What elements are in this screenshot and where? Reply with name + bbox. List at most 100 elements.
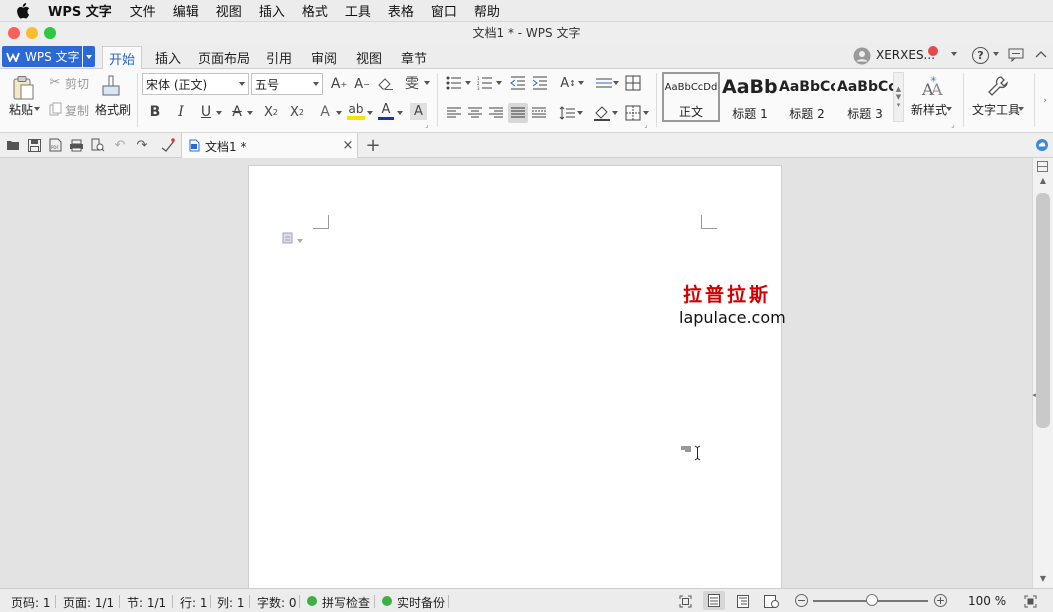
help-icon[interactable]: ? xyxy=(972,47,989,64)
styles-dialog-launcher-icon[interactable]: ⌟ xyxy=(950,121,956,129)
bullet-list-dropdown-icon[interactable] xyxy=(465,81,471,85)
status-word-count[interactable]: 字数: 0 xyxy=(257,594,297,611)
subscript-icon[interactable]: X2 xyxy=(288,104,306,120)
doc-tab-current[interactable]: 文档1 * × xyxy=(181,133,358,158)
user-avatar-icon[interactable] xyxy=(853,47,871,65)
align-left-icon[interactable] xyxy=(446,105,462,121)
align-right-icon[interactable] xyxy=(488,105,504,121)
status-backup[interactable]: 实时备份 xyxy=(397,594,445,611)
font-size-select[interactable]: 五号 xyxy=(251,73,323,95)
underline-dropdown-icon[interactable] xyxy=(216,111,222,115)
user-name[interactable]: XERXES... xyxy=(876,48,935,62)
chevron-up-icon[interactable]: ▲ xyxy=(896,85,901,93)
redo-icon[interactable]: ↷ xyxy=(135,138,149,153)
phonetic-guide-icon[interactable]: 雯 xyxy=(403,74,421,92)
shading-icon[interactable] xyxy=(593,104,611,122)
paste-dropdown-icon[interactable] xyxy=(34,107,40,111)
page-view-icon[interactable] xyxy=(703,591,725,610)
text-tools-label[interactable]: 文字工具 xyxy=(972,101,1020,118)
menu-view[interactable]: 视图 xyxy=(216,1,242,20)
print-preview-icon[interactable] xyxy=(90,138,105,152)
open-folder-icon[interactable] xyxy=(6,138,21,152)
menu-format[interactable]: 格式 xyxy=(302,1,328,20)
scroll-down-icon[interactable]: ▼ xyxy=(1037,573,1049,583)
menu-tools[interactable]: 工具 xyxy=(345,1,371,20)
apple-icon[interactable] xyxy=(16,2,34,19)
numbered-list-dropdown-icon[interactable] xyxy=(496,81,502,85)
minimize-window-icon[interactable] xyxy=(26,27,38,39)
style-heading-2[interactable]: AaBbCc 标题 2 xyxy=(779,72,835,122)
menu-edit[interactable]: 编辑 xyxy=(173,1,199,20)
text-tools-button[interactable] xyxy=(986,74,1010,98)
font-color-dropdown-icon[interactable] xyxy=(397,111,403,115)
chevron-down-icon[interactable]: ▼ xyxy=(896,93,901,101)
borders-icon[interactable] xyxy=(624,104,642,122)
new-tab-icon[interactable]: + xyxy=(364,135,382,156)
font-color-icon[interactable]: A xyxy=(378,102,394,120)
fit-page-icon[interactable] xyxy=(1023,594,1037,608)
tab-references[interactable]: 引用 xyxy=(262,46,296,69)
zoom-slider-thumb[interactable] xyxy=(866,594,878,606)
text-tools-dropdown-icon[interactable] xyxy=(1018,107,1024,111)
strikethrough-icon[interactable]: A xyxy=(229,104,245,120)
status-page-number[interactable]: 页码: 1 xyxy=(11,594,51,611)
menu-file[interactable]: 文件 xyxy=(130,1,156,20)
full-screen-view-icon[interactable] xyxy=(678,594,692,608)
text-effect-dropdown-icon[interactable] xyxy=(336,111,342,115)
underline-icon[interactable]: U xyxy=(198,104,214,120)
distribute-icon[interactable] xyxy=(531,105,547,121)
collapse-ribbon-icon[interactable] xyxy=(1035,49,1047,59)
menu-insert[interactable]: 插入 xyxy=(259,1,285,20)
web-view-icon[interactable] xyxy=(764,594,779,608)
tab-view[interactable]: 视图 xyxy=(352,46,386,69)
font-name-select[interactable]: 宋体 (正文) xyxy=(142,73,249,95)
feedback-icon[interactable] xyxy=(1008,48,1024,62)
decrease-indent-icon[interactable] xyxy=(510,75,526,91)
paragraph-settings-icon[interactable] xyxy=(595,75,613,91)
grow-font-icon[interactable]: A + xyxy=(330,75,348,93)
copy-label[interactable]: 复制 xyxy=(65,102,89,119)
scrollbar-thumb[interactable] xyxy=(1036,193,1050,428)
new-style-dropdown-icon[interactable] xyxy=(946,107,952,111)
tab-insert[interactable]: 插入 xyxy=(150,46,186,69)
align-center-icon[interactable] xyxy=(467,105,483,121)
paste-options-dropdown-icon[interactable] xyxy=(297,239,303,243)
borders-dropdown-icon[interactable] xyxy=(643,111,649,115)
bullet-list-icon[interactable] xyxy=(446,75,462,91)
status-spell-check[interactable]: 拼写检查 xyxy=(322,594,370,611)
superscript-icon[interactable]: X2 xyxy=(262,104,280,120)
shrink-font-icon[interactable]: A − xyxy=(353,75,371,93)
clear-format-icon[interactable] xyxy=(377,75,395,93)
tab-home[interactable]: 开始 xyxy=(102,46,142,70)
shading-dropdown-icon[interactable] xyxy=(612,111,618,115)
status-section[interactable]: 节: 1/1 xyxy=(127,594,166,611)
paste-button[interactable] xyxy=(10,74,36,102)
expand-gallery-icon[interactable]: ▾ xyxy=(897,101,901,109)
scissors-icon[interactable]: ✂ xyxy=(48,75,62,90)
zoom-out-icon[interactable]: − xyxy=(795,594,808,607)
close-window-icon[interactable] xyxy=(8,27,20,39)
style-normal[interactable]: AaBbCcDd 正文 xyxy=(662,72,720,122)
sidebar-toggle-icon[interactable]: ◂ xyxy=(1031,390,1037,400)
numbered-list-icon[interactable]: 123 xyxy=(477,75,493,91)
undo-icon[interactable]: ↶ xyxy=(113,138,127,153)
zoom-level[interactable]: 100 % xyxy=(968,594,1006,608)
style-heading-1[interactable]: AaBb 标题 1 xyxy=(722,72,778,122)
text-direction-icon[interactable]: A ↕ xyxy=(559,74,577,92)
paste-options-icon[interactable] xyxy=(281,230,295,244)
tab-chapter[interactable]: 章节 xyxy=(396,46,432,69)
copy-icon[interactable] xyxy=(48,102,62,116)
menu-help[interactable]: 帮助 xyxy=(474,1,500,20)
format-painter-label[interactable]: 格式刷 xyxy=(95,101,131,118)
paragraph-settings-dropdown-icon[interactable] xyxy=(613,81,619,85)
line-spacing-dropdown-icon[interactable] xyxy=(577,111,583,115)
font-dialog-launcher-icon[interactable]: ⌟ xyxy=(424,121,430,129)
styles-gallery-scroller[interactable]: ▲ ▼ ▾ xyxy=(893,72,904,122)
zoom-in-icon[interactable]: + xyxy=(934,594,947,607)
ribbon-scroll-right-icon[interactable]: › xyxy=(1042,93,1048,109)
paragraph-dialog-launcher-icon[interactable]: ⌟ xyxy=(643,121,649,129)
status-row[interactable]: 行: 1 xyxy=(180,594,208,611)
wps-menu-button[interactable]: WPS 文字 xyxy=(2,46,82,67)
phonetic-dropdown-icon[interactable] xyxy=(424,81,430,85)
wps-menu-dropdown[interactable] xyxy=(83,46,95,67)
